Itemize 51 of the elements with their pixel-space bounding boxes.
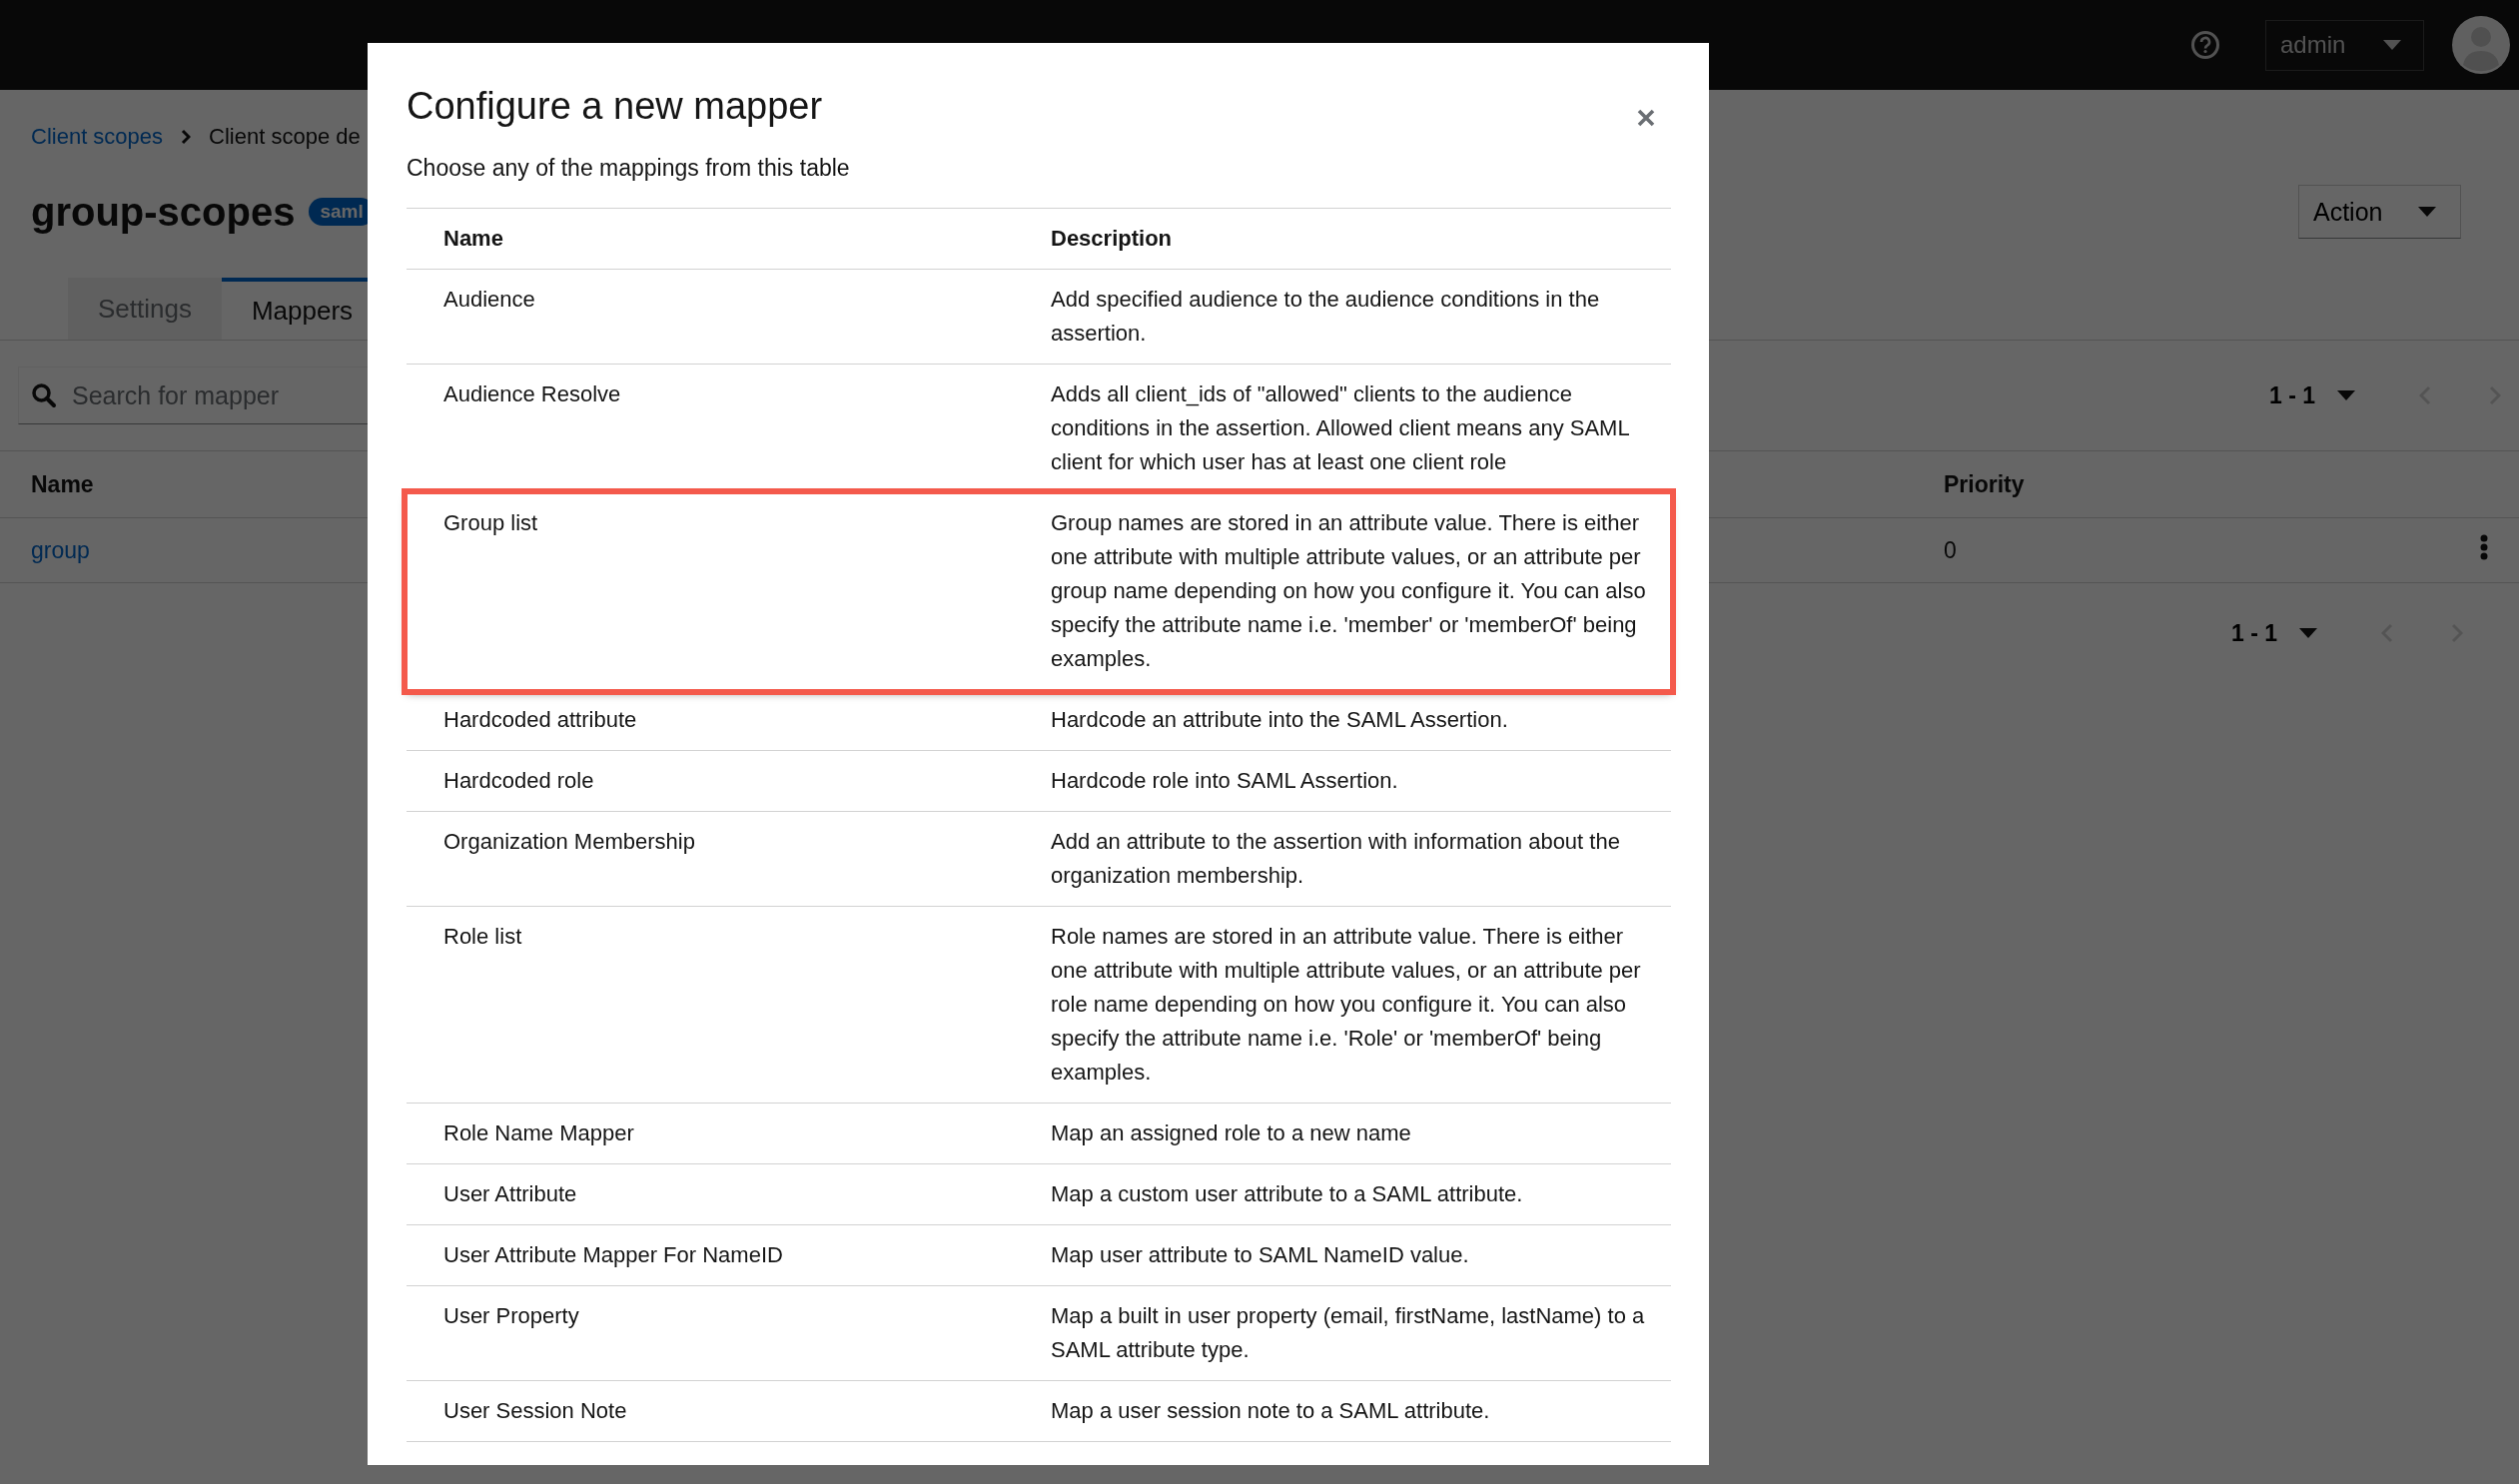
mapper-name: User Session Note bbox=[442, 1397, 628, 1425]
breadcrumb-current: Client scope de bbox=[209, 124, 361, 150]
mapper-name: Audience bbox=[442, 286, 536, 314]
search-icon bbox=[31, 382, 57, 408]
column-header: Name bbox=[442, 225, 504, 253]
close-icon bbox=[1637, 109, 1655, 127]
avatar-icon[interactable] bbox=[2452, 16, 2510, 74]
table-row[interactable]: Audience Resolve Adds all client_ids of "allowed" clients to the audience conditions in the assertion. Allowed client means any SAML client for which user has at least one client role bbox=[407, 365, 1671, 493]
mapper-name: User Attribute bbox=[442, 1180, 578, 1208]
pagination-toggle[interactable]: 1 - 1 bbox=[2224, 618, 2323, 648]
pagination-toggle[interactable]: 1 - 1 bbox=[2262, 380, 2361, 410]
mapper-name: User Property bbox=[442, 1302, 580, 1330]
table-row[interactable]: User Property Map a built in user property (email, firstName, lastName) to a SAML attribute type. bbox=[407, 1286, 1671, 1381]
caret-icon bbox=[2418, 207, 2436, 217]
mapper-description: Map an assigned role to a new name bbox=[1051, 1119, 1412, 1147]
mapper-name: Role Name Mapper bbox=[442, 1119, 635, 1147]
mapper-name: User Attribute Mapper For NameID bbox=[442, 1241, 784, 1269]
mapper-description: Add specified audience to the audience conditions in the assertion. bbox=[1051, 286, 1601, 348]
table-row[interactable]: Audience Add specified audience to the audience conditions in the assertion. bbox=[407, 270, 1671, 365]
table-row[interactable]: Hardcoded attribute Hardcode an attribute into the SAML Assertion. bbox=[407, 690, 1671, 751]
mapper-name: Role list bbox=[442, 923, 523, 951]
column-header: Description bbox=[1051, 225, 1174, 253]
dialog-subtitle: Choose any of the mappings from this table bbox=[407, 154, 851, 183]
action-dropdown[interactable]: Action bbox=[2298, 185, 2461, 239]
caret-icon bbox=[2383, 40, 2401, 50]
kebab-menu-icon[interactable] bbox=[2480, 534, 2488, 560]
mapper-description: Map user attribute to SAML NameID value. bbox=[1051, 1241, 1470, 1269]
help-icon[interactable] bbox=[2190, 30, 2220, 60]
table-row[interactable]: Hardcoded role Hardcode role into SAML Assertion. bbox=[407, 751, 1671, 812]
mapper-name: Hardcoded role bbox=[442, 767, 595, 795]
mapper-description: Hardcode an attribute into the SAML Assertion. bbox=[1051, 706, 1509, 734]
mapper-description: Add an attribute to the assertion with information about the organization membership. bbox=[1051, 828, 1621, 890]
mapper-description: Hardcode role into SAML Assertion. bbox=[1051, 767, 1399, 795]
dialog-title: Configure a new mapper bbox=[407, 84, 823, 129]
table-row[interactable]: User Session Note Map a user session note to a SAML attribute. bbox=[407, 1381, 1671, 1442]
mapper-name: Hardcoded attribute bbox=[442, 706, 638, 734]
mapper-description: Map a custom user attribute to a SAML attribute. bbox=[1051, 1180, 1524, 1208]
mapper-description: Role names are stored in an attribute value. There is either one attribute with multiple attribute values, or an attribute per role name depending on how you configure it. You can also specify the attribute name i.e. 'Role' or 'memberOf' being examples. bbox=[1051, 923, 1642, 1087]
chevron-right-icon bbox=[181, 129, 192, 145]
column-header: Priority bbox=[1913, 451, 2320, 518]
table-row[interactable]: Role Name Mapper Map an assigned role to a new name bbox=[407, 1104, 1671, 1164]
mapper-description: Map a user session note to a SAML attribute. bbox=[1051, 1397, 1491, 1425]
caret-icon bbox=[2299, 628, 2317, 638]
table-row[interactable]: Organization Membership Add an attribute to the assertion with information about the organization membership. bbox=[407, 812, 1671, 907]
caret-icon bbox=[2337, 390, 2355, 400]
table-row[interactable]: User Attribute Mapper For NameID Map user attribute to SAML NameID value. bbox=[407, 1225, 1671, 1286]
table-cell: 0 bbox=[1913, 517, 2320, 583]
page-title: group-scopes bbox=[31, 189, 296, 235]
mapper-name: Organization Membership bbox=[442, 828, 696, 856]
mapper-description: Map a built in user property (email, firstName, lastName) to a SAML attribute type. bbox=[1051, 1302, 1646, 1364]
table-row[interactable]: User Attribute Map a custom user attribute to a SAML attribute. bbox=[407, 1164, 1671, 1225]
